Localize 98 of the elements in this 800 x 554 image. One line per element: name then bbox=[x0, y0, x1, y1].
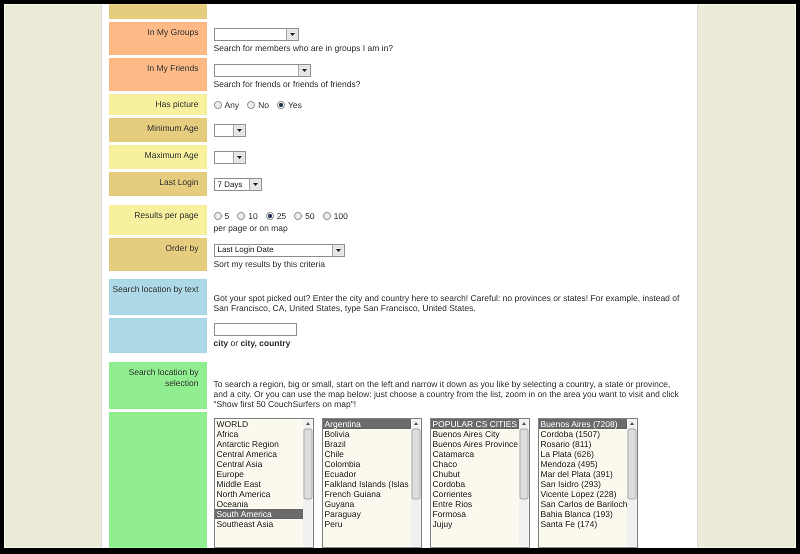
list-item[interactable]: Southeast Asia bbox=[214, 519, 302, 530]
hint-text: Search for friends or friends of friends? bbox=[214, 79, 360, 89]
radio-label: 5 bbox=[224, 210, 230, 221]
list-item[interactable]: Paraguay bbox=[322, 509, 410, 520]
list-item[interactable]: Europe bbox=[214, 469, 302, 480]
list-item[interactable]: Central America bbox=[214, 449, 302, 460]
scrollbar-drawing[interactable] bbox=[518, 419, 528, 548]
list-item[interactable]: Rosario (811) bbox=[538, 439, 626, 450]
list-item[interactable]: Cordoba (1507) bbox=[538, 429, 626, 440]
caret-icon bbox=[286, 29, 298, 40]
list-item[interactable]: Mendoza (495) bbox=[538, 459, 626, 470]
radio-label: 10 bbox=[248, 210, 258, 221]
list-item[interactable]: Ecuador bbox=[322, 469, 410, 480]
list-item[interactable]: North America bbox=[214, 489, 302, 500]
hint-text: city or city, country bbox=[214, 338, 290, 348]
list-item[interactable]: Buenos Aires City bbox=[430, 429, 518, 440]
list-box[interactable]: Argentina Bolivia Brazil Chile Colombia Ecuador Falkland Islands (Islas French Guiana Guyana Paraguay Peru bbox=[322, 418, 422, 548]
list-item[interactable]: Santa Fe (174) bbox=[538, 519, 626, 530]
list-item[interactable]: Antarctic Region bbox=[214, 439, 302, 450]
hint-text: per page or on map bbox=[214, 222, 288, 233]
list-item[interactable]: Bahia Blanca (193) bbox=[538, 509, 626, 520]
radio-label: No bbox=[258, 100, 270, 110]
dropdown[interactable] bbox=[214, 151, 246, 164]
list-item[interactable]: Bolivia bbox=[322, 429, 410, 440]
list-item[interactable]: Mar del Plata (391) bbox=[538, 469, 626, 480]
hint-text: Sort my results by this criteria bbox=[214, 258, 325, 269]
list-item[interactable]: Formosa bbox=[430, 509, 518, 520]
scrollbar-drawing[interactable] bbox=[626, 419, 636, 548]
radio-button[interactable] bbox=[247, 101, 256, 109]
list-item[interactable]: Peru bbox=[322, 519, 410, 530]
list-item[interactable]: Buenos Aires (7208) bbox=[538, 419, 626, 430]
list-item[interactable]: Middle East bbox=[214, 479, 302, 490]
location-input[interactable] bbox=[214, 323, 296, 336]
caret-icon bbox=[232, 152, 244, 163]
list-item[interactable]: San Isidro (293) bbox=[538, 479, 626, 490]
list-item[interactable]: POPULAR CS CITIES bbox=[430, 419, 518, 430]
list-item[interactable]: Catamarca bbox=[430, 449, 518, 460]
radio-button[interactable] bbox=[294, 212, 302, 220]
dropdown[interactable] bbox=[214, 64, 310, 77]
list-item[interactable]: Guyana bbox=[322, 499, 410, 510]
field-label: Order by bbox=[165, 242, 198, 253]
list-item[interactable]: Africa bbox=[214, 429, 302, 440]
radio-label: Yes bbox=[288, 100, 302, 110]
list-item[interactable]: Jujuy bbox=[430, 519, 518, 530]
field-label: In My Groups bbox=[147, 27, 198, 37]
list-item[interactable]: French Guiana bbox=[322, 489, 410, 500]
list-item[interactable]: Buenos Aires Province bbox=[430, 439, 518, 450]
scrollbar-drawing[interactable] bbox=[410, 419, 420, 548]
list-item[interactable]: South America bbox=[214, 509, 302, 520]
list-box[interactable]: Buenos Aires (7208) Cordoba (1507) Rosario (811) La Plata (626) Mendoza (495) Mar del Plata (391) San Isidro (293) Vicente Lopez (228) San Carlos de Bariloch Bahia Blanca (193) Santa Fe (174) bbox=[538, 418, 638, 548]
list-item[interactable]: Corrientes bbox=[430, 489, 518, 500]
list-item[interactable]: Falkland Islands (Islas bbox=[322, 479, 410, 490]
field-label: Maximum Age bbox=[144, 150, 198, 160]
field-label: In My Friends bbox=[147, 63, 198, 73]
radio-button[interactable] bbox=[322, 212, 331, 220]
radio-label: 100 bbox=[334, 210, 348, 221]
list-item[interactable]: Central Asia bbox=[214, 459, 302, 470]
list-item[interactable]: San Carlos de Bariloch bbox=[538, 499, 626, 510]
radio-label: 50 bbox=[305, 210, 315, 221]
field-label: Last Login bbox=[159, 177, 198, 187]
list-item[interactable]: Colombia bbox=[322, 459, 410, 470]
list-item[interactable]: Chile bbox=[322, 449, 410, 460]
dropdown[interactable] bbox=[214, 124, 246, 137]
dropdown[interactable]: Last Login Date bbox=[214, 244, 344, 257]
radio-button[interactable] bbox=[214, 101, 222, 109]
field-label: Search location by selection bbox=[128, 367, 198, 388]
scrollbar-drawing[interactable] bbox=[302, 419, 312, 548]
list-item[interactable]: Oceania bbox=[214, 499, 302, 510]
hint-text: Search for members who are in groups I am in? bbox=[214, 43, 394, 53]
caret-icon bbox=[332, 244, 344, 256]
list-item[interactable]: La Plata (626) bbox=[538, 449, 626, 460]
instruction-text: Got your spot picked out? Enter the city and country here to search! Careful: no provinces or states! For example, instead of San Francisco, CA, United States, type San Francisco, United States. bbox=[214, 293, 680, 314]
radio-label: 25 bbox=[276, 210, 286, 221]
list-item[interactable]: Chaco bbox=[430, 459, 518, 470]
list-item[interactable]: Vicente Lopez (228) bbox=[538, 489, 626, 500]
list-item[interactable]: Argentina bbox=[322, 419, 410, 430]
list-item[interactable]: WORLD bbox=[214, 419, 302, 430]
field-label: Minimum Age bbox=[147, 123, 198, 133]
list-item[interactable]: Brazil bbox=[322, 439, 410, 450]
caret-icon bbox=[232, 125, 244, 136]
caret-icon bbox=[298, 65, 310, 76]
radio-label: Any bbox=[224, 100, 240, 110]
radio-button[interactable] bbox=[214, 212, 222, 220]
caret-icon bbox=[248, 179, 260, 190]
list-box[interactable]: WORLD Africa Antarctic Region Central America Central Asia Europe Middle East North America Oceania South America Southeast Asia bbox=[214, 418, 314, 548]
field-label: Results per page bbox=[134, 210, 198, 220]
radio-button[interactable] bbox=[237, 212, 246, 220]
field-label: Search location by text bbox=[112, 284, 198, 294]
list-item[interactable]: Entre Rios bbox=[430, 499, 518, 510]
list-item[interactable]: Cordoba bbox=[430, 479, 518, 490]
radio-button[interactable] bbox=[266, 212, 274, 220]
field-label: Has picture bbox=[156, 99, 198, 109]
list-item[interactable]: Chubut bbox=[430, 469, 518, 480]
dropdown[interactable]: 7 Days bbox=[214, 178, 262, 191]
list-box[interactable]: POPULAR CS CITIES Buenos Aires City Buenos Aires Province Catamarca Chaco Chubut Cordoba Corrientes Entre Rios Formosa Jujuy bbox=[430, 418, 530, 548]
instruction-text: To search a region, big or small, start on the left and narrow it down as you like by selecting a country, a state or province, and a city. Or you can use the map below: just choose a country from the list, zoom in on the area you want to visit and click "Show first 50 CouchSurfers on map"! bbox=[214, 379, 680, 410]
dropdown[interactable] bbox=[214, 28, 298, 41]
radio-button[interactable] bbox=[277, 101, 286, 109]
